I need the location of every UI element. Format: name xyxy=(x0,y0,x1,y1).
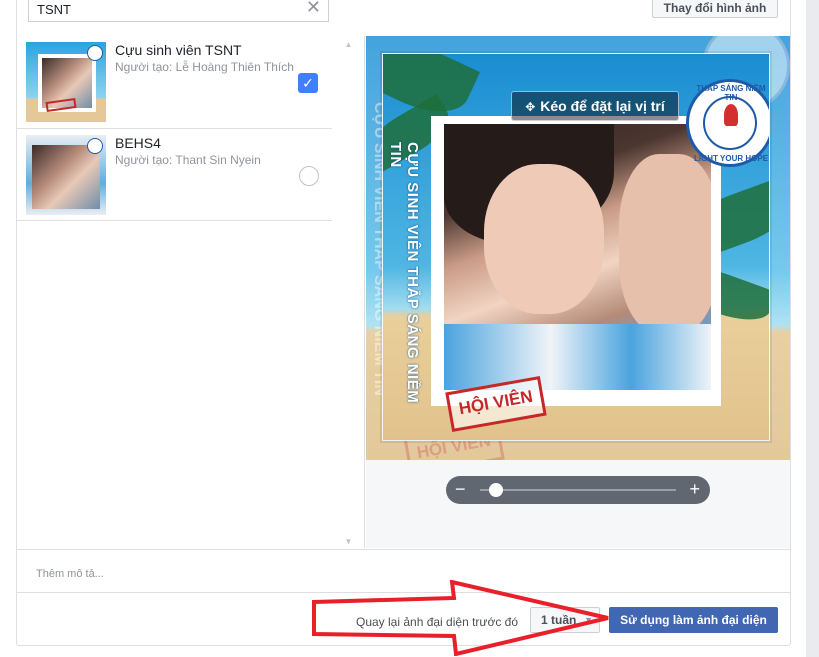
flame-icon xyxy=(724,104,738,126)
description-placeholder: Thêm mô tả... xyxy=(36,568,104,580)
crop-area[interactable]: CỰU SINH VIÊN THẮP SÁNG NIỀM TIN HỘI VIÊ… xyxy=(382,53,770,441)
frame-list-scrollbar[interactable]: ▲ ▼ xyxy=(332,36,365,548)
drag-to-reposition-button[interactable]: ✥ Kéo để đặt lại vị trí xyxy=(511,91,679,121)
frame-select-radio[interactable] xyxy=(299,166,319,186)
zoom-handle[interactable] xyxy=(488,483,503,497)
page-background-strip xyxy=(806,0,819,657)
frame-thumbnail xyxy=(26,42,106,122)
frame-list-item[interactable]: Cựu sinh viên TSNT Người tạo: Lễ Hoàng T… xyxy=(17,36,332,129)
zoom-out-icon[interactable]: − xyxy=(455,479,466,499)
frame-logo-icon xyxy=(87,138,103,154)
clear-search-icon[interactable]: ✕ xyxy=(306,0,321,16)
scroll-down-icon[interactable]: ▼ xyxy=(332,537,365,546)
frame-vertical-text: CỰU SINH VIÊN THẮP SÁNG NIỀM TIN xyxy=(387,142,421,404)
duration-value: 1 tuần xyxy=(541,613,577,627)
profile-frame-dialog: ✕ Thay đổi hình ảnh Cựu sinh viên TSNT N… xyxy=(0,0,819,657)
description-field[interactable]: Thêm mô tả... xyxy=(17,549,790,593)
chevron-down-icon: ▼ xyxy=(584,615,593,625)
revert-label: Quay lại ảnh đại diện trước đó xyxy=(356,615,518,629)
frame-thumbnail xyxy=(26,135,106,215)
frame-search-input[interactable] xyxy=(37,0,297,21)
zoom-track[interactable] xyxy=(480,489,676,491)
frame-logo-icon xyxy=(87,45,103,61)
frame-selected-checkbox[interactable]: ✓ xyxy=(298,73,318,93)
use-as-profile-picture-button[interactable]: Sử dụng làm ảnh đại diện xyxy=(609,607,778,633)
frame-creator: Người tạo: Lễ Hoàng Thiên Thích xyxy=(115,60,294,74)
profile-photo[interactable] xyxy=(444,124,711,390)
frame-list-item[interactable]: BEHS4 Người tạo: Thant Sin Nyein xyxy=(17,129,332,221)
move-icon: ✥ xyxy=(525,100,536,114)
frame-preview: CỰU SINH VIÊN THẮP SÁNG NIỀM TIN HỘI VIÊ… xyxy=(366,36,790,548)
frame-title: Cựu sinh viên TSNT xyxy=(115,42,242,58)
frame-creator: Người tạo: Thant Sin Nyein xyxy=(115,153,261,167)
logo-bottom-text: LIGHT YOUR HOPE xyxy=(693,154,769,163)
frame-search-box[interactable]: ✕ xyxy=(28,0,329,22)
frame-list: Cựu sinh viên TSNT Người tạo: Lễ Hoàng T… xyxy=(17,36,365,548)
frame-title: BEHS4 xyxy=(115,135,161,151)
checkmark-icon: ✓ xyxy=(302,75,314,91)
zoom-slider[interactable]: − + xyxy=(446,476,710,504)
scroll-up-icon[interactable]: ▲ xyxy=(332,40,365,49)
zoom-in-icon[interactable]: + xyxy=(689,479,700,499)
duration-select[interactable]: 1 tuần ▼ xyxy=(530,607,600,633)
light-your-hope-logo-icon: THẮP SÁNG NIỀM TIN LIGHT YOUR HOPE xyxy=(686,79,769,167)
preview-canvas[interactable]: CỰU SINH VIÊN THẮP SÁNG NIỀM TIN HỘI VIÊ… xyxy=(366,36,790,460)
change-photo-button[interactable]: Thay đổi hình ảnh xyxy=(652,0,778,18)
drag-label: Kéo để đặt lại vị trí xyxy=(540,98,665,114)
